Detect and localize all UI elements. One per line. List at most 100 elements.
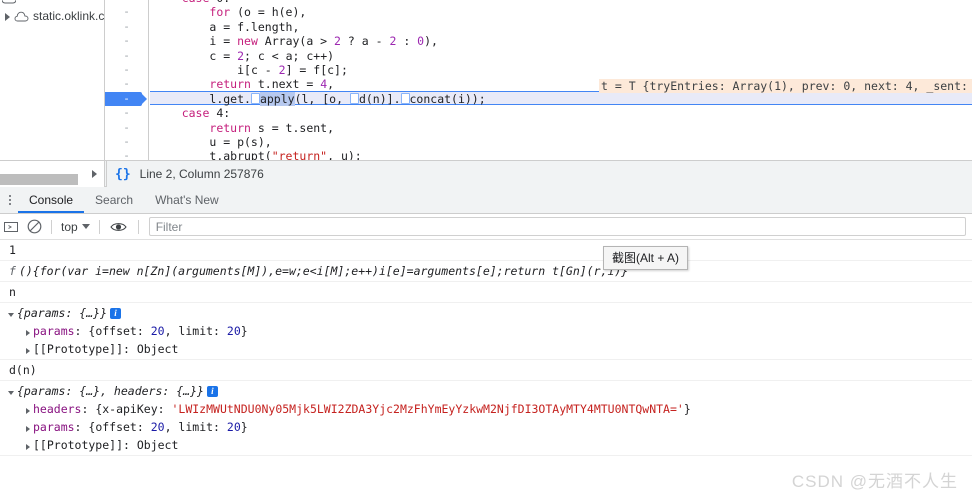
file-tree-item-static-oklink[interactable]: static.oklink.c <box>0 8 104 24</box>
object-header[interactable]: {params: {…}} i <box>8 304 972 322</box>
gutter-current-line-marker[interactable]: - <box>105 91 148 107</box>
code-token: case <box>181 106 210 121</box>
live-expressions-eye-icon[interactable] <box>105 214 133 239</box>
inline-object-preview-icon[interactable] <box>250 92 260 104</box>
tab-search[interactable]: Search <box>84 187 144 213</box>
editor-gutter[interactable]: ------------ <box>105 0 149 160</box>
code-token: ] = f[c]; <box>285 63 348 77</box>
gutter-line-marker[interactable]: - <box>105 63 148 77</box>
code-token: a = f.length, <box>209 19 300 34</box>
inline-object-preview-icon[interactable] <box>400 92 410 104</box>
number-value: 20 <box>150 324 165 338</box>
code-line[interactable]: case 4: <box>150 106 230 120</box>
console-log-row-function: f (){for(var i=new n[Zn](arguments[M]),e=… <box>0 261 972 282</box>
object-property-row[interactable]: params: {offset: 20, limit: 20} <box>9 418 972 436</box>
object-property-row[interactable]: headers: {x-apiKey: 'LWIzMWUtNDU0Ny05Mjk… <box>9 400 972 418</box>
code-line[interactable]: i[c - 2] = f[c]; <box>150 63 348 77</box>
file-tree-item-label: static.oklink.c <box>33 9 105 23</box>
code-token: , u); <box>327 149 362 160</box>
triangle-right-icon[interactable] <box>3 12 12 21</box>
code-line[interactable]: a = f.length, <box>150 20 299 34</box>
gutter-line-marker[interactable]: - <box>105 135 148 149</box>
code-token: "return" <box>271 149 328 160</box>
info-badge-icon[interactable]: i <box>206 386 218 397</box>
code-line[interactable]: for (o = h(e), <box>150 5 306 19</box>
code-token: 2 <box>237 48 245 63</box>
code-editor[interactable]: ------------ case 0: for (o = h(e), a = … <box>105 0 972 160</box>
execution-context-selector[interactable]: top <box>57 220 94 234</box>
console-log-row-object[interactable]: {params: {…}, headers: {…}} i headers: {x-… <box>0 381 972 456</box>
show-console-sidebar-icon[interactable] <box>0 214 22 239</box>
code-token: for <box>209 5 231 20</box>
navigator-horizontal-scrollbar[interactable] <box>0 161 105 187</box>
console-log-text: n <box>9 285 16 299</box>
number-value: 20 <box>226 324 241 338</box>
code-token: Array(a > <box>257 34 335 49</box>
code-line[interactable]: c = 2; c < a; c++) <box>150 49 334 63</box>
gutter-line-marker[interactable]: - <box>105 149 148 160</box>
console-filter-input[interactable]: Filter <box>148 217 966 236</box>
object-header-label: {params: {…}} <box>17 306 108 320</box>
chevron-right-icon[interactable] <box>92 170 97 178</box>
code-line[interactable]: i = new Array(a > 2 ? a - 2 : 0), <box>150 34 438 48</box>
object-property-name: [[Prototype]] <box>33 438 124 452</box>
toolbar-separator-3 <box>137 219 139 234</box>
console-message-list[interactable]: 1 f (){for(var i=new n[Zn](arguments[M]),e… <box>0 240 972 504</box>
scrollbar-thumb[interactable] <box>0 174 78 185</box>
inline-object-preview-icon[interactable] <box>349 92 359 104</box>
gutter-line-marker[interactable]: - <box>105 49 148 63</box>
object-header[interactable]: {params: {…}, headers: {…}} i <box>8 382 972 400</box>
console-log-row: d(n) <box>0 360 972 381</box>
object-property-value: : Object <box>123 342 179 356</box>
object-property-name: [[Prototype]] <box>33 342 124 356</box>
function-source-text: (){for(var i=new n[Zn](arguments[M]),e=w… <box>18 264 629 278</box>
code-token: t.abrupt( <box>209 149 272 160</box>
object-property-name: headers <box>33 402 82 416</box>
code-line[interactable]: return s = t.sent, <box>150 121 334 135</box>
console-log-row-object[interactable]: {params: {…}} i params: {offset: 20, limit… <box>0 303 972 360</box>
code-line[interactable]: u = p(s), <box>150 135 272 149</box>
object-property-value: : {offset: 20, limit: 20} <box>74 420 248 434</box>
info-badge-icon[interactable]: i <box>110 308 122 319</box>
gutter-line-marker[interactable]: - <box>105 34 148 48</box>
object-property-value: : Object <box>123 438 179 452</box>
code-token: u = p(s), <box>209 135 272 149</box>
scrollbar-track[interactable] <box>0 174 85 185</box>
object-property-row[interactable]: [[Prototype]]: Object <box>9 340 972 358</box>
gutter-line-marker[interactable]: - <box>105 20 148 34</box>
toolbar-separator-1 <box>51 219 52 234</box>
kebab-menu-icon[interactable] <box>1 187 18 213</box>
file-navigator-tree[interactable]: static.oklink.c <box>0 0 105 160</box>
console-log-row: 1 <box>0 240 972 261</box>
curly-braces-icon[interactable]: {} <box>115 167 131 182</box>
gutter-line-marker[interactable]: - <box>105 121 148 135</box>
object-property-row[interactable]: params: {offset: 20, limit: 20} <box>9 322 972 340</box>
cloud-icon-partial <box>1 0 17 4</box>
gutter-line-marker[interactable]: - <box>105 77 148 91</box>
chevron-down-icon[interactable] <box>81 224 90 229</box>
code-token: i[c - <box>237 63 279 77</box>
execution-context-label: top <box>61 219 78 234</box>
toolbar-separator-2 <box>98 219 100 234</box>
code-line[interactable]: return t.next = 4, <box>150 77 334 91</box>
tab-whats-new[interactable]: What's New <box>144 187 230 213</box>
code-token: ; c < a; c++) <box>244 48 335 63</box>
gutter-line-marker[interactable]: - <box>105 106 148 120</box>
code-line[interactable]: t.abrupt("return", u); <box>150 149 362 160</box>
code-token: 0: <box>209 0 230 5</box>
tab-console[interactable]: Console <box>18 187 85 213</box>
code-token: 2 <box>278 63 286 77</box>
code-token: , <box>327 77 335 92</box>
gutter-line-marker[interactable]: - <box>105 5 148 19</box>
object-property-value: : {offset: 20, limit: 20} <box>74 324 248 338</box>
function-marker-label: f <box>9 264 16 278</box>
code-token: i = <box>209 34 238 49</box>
clear-console-icon[interactable] <box>22 214 46 239</box>
code-token: new <box>237 34 258 49</box>
object-property-row[interactable]: [[Prototype]]: Object <box>9 436 972 454</box>
